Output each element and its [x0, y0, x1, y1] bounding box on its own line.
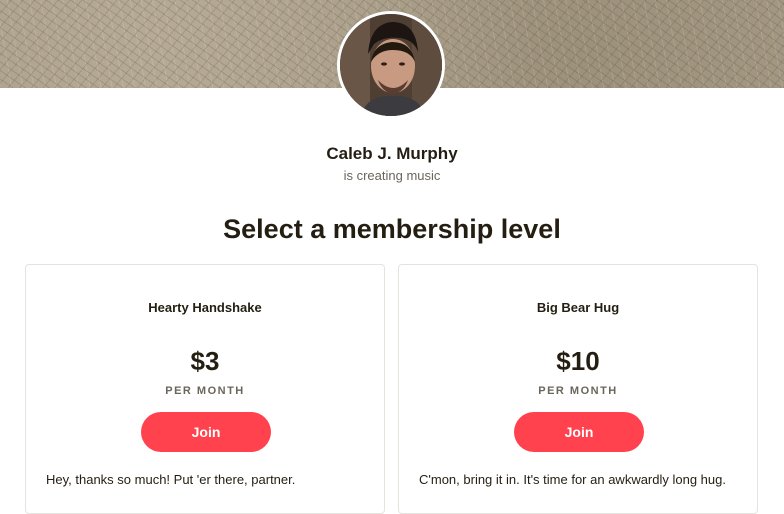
tier-card-hearty-handshake: Hearty Handshake $3 PER MONTH Join Hey, … — [25, 264, 385, 514]
tier-period: PER MONTH — [538, 385, 618, 397]
tier-title: Hearty Handshake — [148, 300, 262, 315]
creator-tagline: is creating music — [343, 168, 441, 183]
tier-description: C'mon, bring it in. It's time for an awk… — [419, 472, 726, 487]
creator-avatar[interactable] — [337, 11, 445, 119]
tier-card-big-bear-hug: Big Bear Hug $10 PER MONTH Join C'mon, b… — [398, 264, 758, 514]
creator-name: Caleb J. Murphy — [326, 144, 458, 163]
join-button-big-bear-hug[interactable]: Join — [514, 412, 644, 452]
join-button-hearty-handshake[interactable]: Join — [141, 412, 271, 452]
tier-price: $10 — [556, 346, 600, 376]
tier-description: Hey, thanks so much! Put 'er there, part… — [46, 472, 296, 487]
page-title: Select a membership level — [223, 214, 561, 244]
tier-title: Big Bear Hug — [536, 300, 620, 315]
tier-period: PER MONTH — [165, 385, 245, 397]
tier-price: $3 — [190, 346, 220, 376]
